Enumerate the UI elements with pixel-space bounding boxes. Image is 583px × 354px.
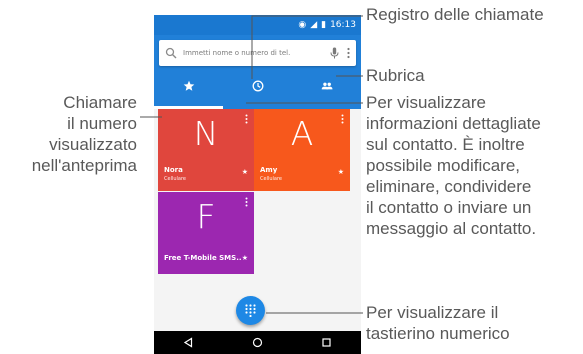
- favorite-star-icon: ★: [241, 254, 248, 262]
- status-time: 16:13: [330, 20, 356, 30]
- navigation-bar: [154, 331, 361, 354]
- signal-icon: ◢: [310, 19, 318, 30]
- more-vert-icon[interactable]: [347, 47, 350, 59]
- data-saver-icon: ◉: [298, 19, 307, 30]
- contact-tile-amy[interactable]: A Amy Cellulare ★: [254, 109, 350, 191]
- contact-number-type: Cellulare: [164, 176, 186, 182]
- search-bar[interactable]: Immetti nome o numero di tel.: [159, 40, 356, 66]
- annotation-line: messaggio al contatto.: [366, 219, 537, 238]
- contact-tile-nora[interactable]: N Nora Cellulare ★: [158, 109, 254, 191]
- annotation-call-log: Registro delle chiamate: [366, 5, 544, 24]
- battery-icon: ▮: [321, 19, 327, 30]
- favorite-star-icon: ★: [241, 168, 248, 176]
- tab-favorites[interactable]: [154, 71, 223, 109]
- annotation-line: sul contatto. È inoltre: [366, 135, 525, 154]
- tab-contacts[interactable]: [292, 71, 361, 101]
- annotation-line: possibile modificare,: [366, 156, 521, 175]
- clock-icon: [252, 80, 263, 92]
- dialpad-icon: [245, 304, 256, 317]
- annotation-line: nell'anteprima: [31, 156, 137, 175]
- annotation-line: il contatto o inviare un: [366, 198, 532, 217]
- microphone-icon[interactable]: [330, 47, 339, 59]
- back-icon[interactable]: [183, 337, 194, 348]
- more-vert-icon[interactable]: [245, 197, 248, 207]
- more-vert-icon[interactable]: [341, 114, 344, 124]
- annotation-line: il numero: [67, 114, 137, 133]
- contact-name: Amy: [260, 166, 278, 174]
- home-icon[interactable]: [252, 337, 263, 348]
- dialpad-button[interactable]: [236, 296, 265, 325]
- annotation-line: Per visualizzare il: [366, 303, 499, 322]
- annotation-line: Chiamare: [63, 93, 137, 112]
- contact-initial: F: [196, 197, 216, 236]
- annotation-line: Per visualizzare: [366, 93, 486, 112]
- contact-name: Free T-Mobile SMS..: [164, 254, 242, 262]
- annotation-line: tastierino numerico: [366, 324, 510, 343]
- annotation-contacts: Rubrica: [366, 66, 425, 85]
- recents-icon[interactable]: [321, 337, 332, 348]
- star-icon: [183, 80, 194, 91]
- contact-initial: N: [193, 114, 219, 153]
- people-icon: [321, 82, 332, 90]
- contact-initial: A: [290, 114, 314, 153]
- tab-bar: [154, 71, 361, 109]
- annotation-line: visualizzato: [49, 135, 137, 154]
- tab-call-log[interactable]: [223, 71, 292, 101]
- phone-screen: ◉ ◢ ▮ 16:13 Immetti nome o numero di tel…: [154, 15, 361, 354]
- annotation-call-preview: Chiamare il numero visualizzato nell'ant…: [5, 92, 137, 176]
- annotation-contact-details: Per visualizzare informazioni dettagliat…: [366, 92, 541, 239]
- annotation-line: informazioni dettagliate: [366, 114, 541, 133]
- annotation-dialpad: Per visualizzare il tastierino numerico: [366, 302, 510, 344]
- search-icon: [165, 47, 177, 59]
- contact-number-type: Cellulare: [260, 176, 282, 182]
- favorite-star-icon: ★: [337, 168, 344, 176]
- search-input[interactable]: Immetti nome o numero di tel.: [183, 49, 330, 57]
- more-vert-icon[interactable]: [245, 114, 248, 124]
- annotation-line: eliminare, condividere: [366, 177, 532, 196]
- contact-tile-free-tmobile[interactable]: F Free T-Mobile SMS.. ★: [158, 192, 254, 274]
- contact-name: Nora: [164, 166, 183, 174]
- status-bar: ◉ ◢ ▮ 16:13: [154, 15, 361, 35]
